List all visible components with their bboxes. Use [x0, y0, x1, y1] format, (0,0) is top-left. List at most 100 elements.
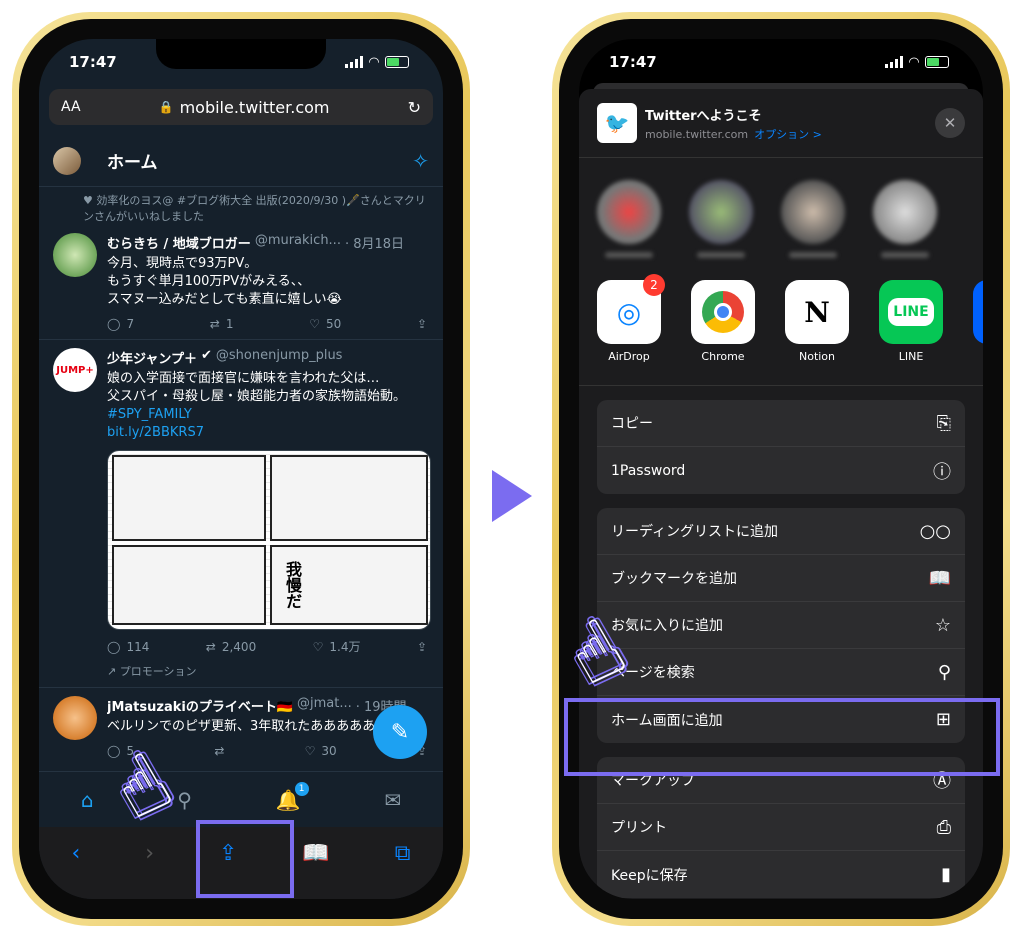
avatar[interactable]: [53, 146, 81, 175]
manga-caption: 我慢だ: [283, 561, 302, 609]
url-link[interactable]: bit.ly/2BBKRS7: [107, 424, 431, 442]
notification-badge: 1: [294, 781, 309, 796]
close-icon: ✕: [943, 114, 957, 132]
tabs-icon[interactable]: ⧉: [395, 841, 411, 866]
compose-tweet-button[interactable]: ✎: [373, 705, 427, 759]
line-icon: LINE: [879, 280, 943, 344]
tweet-handle: @murakich...: [254, 233, 341, 248]
reading-list-action[interactable]: リーディングリストに追加 ○○: [597, 508, 965, 555]
app-dropbox[interactable]: ◆ Dr: [973, 280, 983, 363]
retweet-icon: ⇄: [209, 317, 220, 331]
tweet-author[interactable]: 少年ジャンプ＋: [107, 348, 197, 367]
onepassword-action[interactable]: 1Password ⓘ: [597, 447, 965, 494]
tweet-author[interactable]: jMatsuzakiのプライベート🇩🇪: [107, 696, 293, 715]
share-button-highlight: [196, 820, 294, 898]
site-domain: mobile.twitter.com: [645, 127, 749, 141]
tweet-handle: @jmat...: [297, 696, 352, 711]
tweet-avatar[interactable]: JUMP+: [53, 348, 97, 392]
promoted-label: ↗ プロモーション: [107, 665, 197, 678]
app-line[interactable]: LINE LINE: [879, 280, 943, 363]
retweet-icon: ⇄: [205, 639, 216, 654]
airdrop-contacts-row: [579, 158, 983, 270]
app-label: LINE: [898, 350, 924, 363]
bookmarks-icon[interactable]: 📖: [302, 841, 329, 866]
timeline[interactable]: ♥ 効率化のヨス@ #ブログ術大全 出版(2020/9/30 )🖋️さんとマクリ…: [39, 187, 443, 769]
home-tab-icon[interactable]: ⌂: [81, 788, 94, 812]
options-link[interactable]: オプション >: [754, 128, 822, 141]
action-label: コピー: [611, 416, 653, 432]
twitter-bird-icon: 🐦: [597, 103, 637, 143]
glasses-icon: ○○: [919, 520, 951, 542]
book-icon: 📖: [928, 567, 951, 589]
airdrop-badge: 2: [643, 274, 665, 296]
contact-suggestion[interactable]: [689, 180, 753, 258]
hashtag-link[interactable]: #SPY_FAMILY: [107, 406, 431, 424]
forward-icon[interactable]: ›: [145, 841, 154, 866]
contact-suggestion[interactable]: [873, 180, 937, 258]
contact-suggestion[interactable]: [781, 180, 845, 258]
share-icon[interactable]: ⇪: [417, 638, 427, 655]
battery-icon: [925, 56, 949, 68]
tweet[interactable]: むらきち / 地域ブロガー @murakich... · 8月18日 今月、現時点で…: [39, 225, 443, 340]
retweet-button[interactable]: ⇄ 1: [210, 317, 234, 331]
like-button[interactable]: ♡ 30: [305, 744, 337, 758]
like-button[interactable]: ♡ 50: [309, 317, 341, 331]
battery-icon: [385, 56, 409, 68]
next-step-arrow-icon: [492, 470, 532, 522]
action-label: ブックマークを追加: [611, 571, 737, 587]
app-notion[interactable]: N Notion: [785, 280, 849, 363]
like-icon: ♡: [312, 639, 324, 654]
reply-button[interactable]: ◯ 7: [107, 317, 134, 331]
app-chrome[interactable]: Chrome: [691, 280, 755, 363]
tweet[interactable]: JUMP+ 少年ジャンプ＋ ✔ @shonenjump_plus 娘の入学面接で面接…: [39, 340, 443, 688]
close-button[interactable]: ✕: [935, 108, 965, 138]
tweet-text: 今月、現時点で93万PV。 もうすぐ単月100万PVがみえる、、 スマヌー込みだ…: [107, 256, 342, 307]
find-on-page-action[interactable]: ページを検索 ⚲: [597, 649, 965, 696]
text-size-button[interactable]: AA: [61, 99, 81, 115]
notifications-tab[interactable]: 🔔 1: [276, 781, 309, 812]
reply-button[interactable]: ◯ 114: [107, 638, 149, 655]
twitter-tab-bar: ⌂ ⚲ 🔔 1 ✉: [39, 771, 443, 827]
app-airdrop[interactable]: ◎ 2 AirDrop: [597, 274, 665, 363]
favorites-action[interactable]: お気に入りに追加 ☆: [597, 602, 965, 649]
print-action[interactable]: プリント ⎙: [597, 804, 965, 851]
reload-icon[interactable]: ↻: [408, 98, 421, 117]
retweet-button[interactable]: ⇄ 2,400: [206, 638, 256, 655]
tweet-text: 娘の入学面接で面接官に嫌味を言われた父は… 父スパイ・母殺し屋・娘超能力者の家族…: [107, 371, 407, 404]
retweet-count: 2,400: [221, 639, 257, 654]
tweet-avatar[interactable]: [53, 233, 97, 277]
sparkle-icon[interactable]: ✧: [412, 149, 429, 173]
wifi-icon: ◠: [909, 54, 919, 70]
signal-icon: [345, 56, 363, 68]
retweet-count: 1: [225, 317, 234, 331]
tweet-time: · 8月18日: [344, 237, 405, 252]
contact-suggestion[interactable]: [597, 180, 661, 258]
action-group-1: コピー ⎘ 1Password ⓘ: [597, 400, 965, 494]
tweet-handle: @shonenjump_plus: [215, 348, 343, 363]
app-label: Notion: [798, 350, 836, 363]
notch: [156, 39, 326, 69]
liked-note-text: 効率化のヨス@ #ブログ術大全 出版(2020/9/30 )🖋️さんとマクリンさ…: [83, 194, 426, 223]
retweet-icon[interactable]: ⇄: [214, 744, 224, 758]
tweet-author[interactable]: むらきち / 地域ブロガー: [107, 233, 251, 252]
url-text: mobile.twitter.com: [179, 97, 330, 117]
app-label: Chrome: [701, 350, 745, 363]
bookmark-action[interactable]: ブックマークを追加 📖: [597, 555, 965, 602]
copy-icon: ⎘: [936, 412, 951, 434]
site-title: Twitterへようこそ: [645, 108, 762, 124]
back-icon[interactable]: ‹: [71, 841, 80, 866]
like-count: 1.4万: [329, 640, 361, 654]
chrome-icon: [691, 280, 755, 344]
keep-action[interactable]: Keepに保存 ▮: [597, 851, 965, 898]
share-icon[interactable]: ⇪: [417, 317, 427, 331]
like-count: 30: [321, 744, 337, 758]
like-button[interactable]: ♡ 1.4万: [313, 638, 361, 655]
copy-action[interactable]: コピー ⎘: [597, 400, 965, 447]
manga-image[interactable]: 我慢だ: [107, 450, 431, 630]
tweet-avatar[interactable]: [53, 696, 97, 740]
address-bar[interactable]: AA 🔒 mobile.twitter.com ↻: [49, 89, 433, 125]
reply-icon: ◯: [107, 639, 121, 654]
like-icon: ♡: [309, 317, 320, 331]
notch: [696, 39, 866, 69]
mail-tab-icon[interactable]: ✉: [384, 788, 401, 812]
